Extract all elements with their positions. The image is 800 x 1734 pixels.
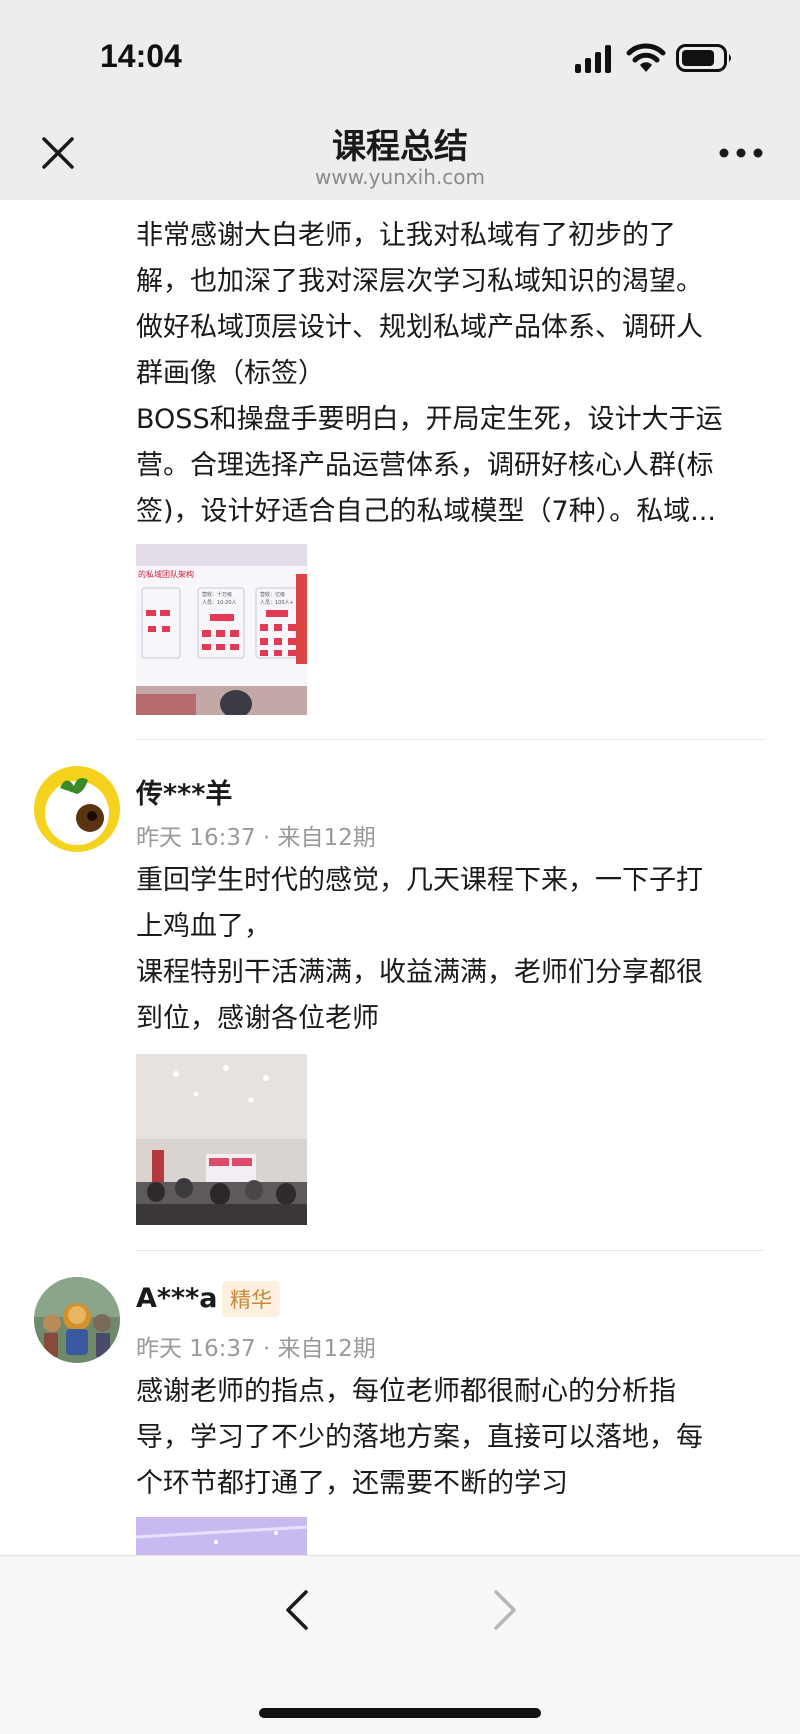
comment-source: 来自12期 bbox=[277, 825, 376, 851]
page-url: www.yunxih.com bbox=[315, 165, 485, 189]
slide-label: 营收：十万级 bbox=[202, 591, 232, 598]
meta-separator: · bbox=[262, 825, 271, 851]
status-time: 14:04 bbox=[100, 38, 182, 74]
comment-source: 来自12期 bbox=[277, 1336, 376, 1362]
comment-time: 昨天 16:37 bbox=[136, 1336, 256, 1362]
comment-line: 到位，感谢各位老师 bbox=[136, 1003, 379, 1034]
forward-icon[interactable] bbox=[486, 1588, 522, 1632]
comment-list: 非常感谢大白老师，让我对私域有了初步的了 解，也加深了我对深层次学习私域知识的渴… bbox=[0, 200, 800, 1555]
signal-icon bbox=[575, 45, 611, 73]
status-bar: 14:04 bbox=[0, 0, 800, 105]
comment-line: 课程特别干活满满，收益满满，老师们分享都很 bbox=[136, 957, 703, 988]
comment-line: 非常感谢大白老师，让我对私域有了初步的了 bbox=[136, 220, 676, 251]
nav-bar: 课程总结 www.yunxih.com bbox=[0, 105, 800, 200]
battery-icon bbox=[676, 44, 731, 72]
comment-line: BOSS和操盘手要明白，开局定生死，设计大于运 bbox=[136, 404, 723, 435]
username[interactable]: A***a bbox=[136, 1283, 217, 1314]
bottom-toolbar bbox=[0, 1555, 800, 1734]
comment-line: 营。合理选择产品运营体系，调研好核心人群(标 bbox=[136, 450, 714, 481]
comment-line: 重回学生时代的感觉，几天课程下来，一下子打 bbox=[136, 865, 703, 896]
comment-text: 重回学生时代的感觉，几天课程下来，一下子打 上鸡血了， 课程特别干活满满，收益满… bbox=[136, 858, 776, 1042]
slide-title: 的私域团队架构 bbox=[138, 569, 194, 579]
back-icon[interactable] bbox=[280, 1588, 316, 1632]
comment-line: 个环节都打通了，还需要不断的学习 bbox=[136, 1468, 568, 1499]
wifi-icon bbox=[626, 43, 666, 72]
comment-image-slide[interactable]: 的私域团队架构 营收：十万级 人员：10-20人 营收：亿级 人员：100人+ bbox=[136, 544, 307, 715]
comment-line: 群画像（标签） bbox=[136, 358, 325, 389]
comment-line: 上鸡血了， bbox=[136, 911, 271, 942]
avatar[interactable] bbox=[34, 1277, 120, 1363]
home-indicator bbox=[259, 1708, 541, 1718]
slide-label: 营收：亿级 bbox=[260, 591, 285, 598]
comment-text: 感谢老师的指点，每位老师都很耐心的分析指 导，学习了不少的落地方案，直接可以落地… bbox=[136, 1369, 776, 1507]
comment-text: 非常感谢大白老师，让我对私域有了初步的了 解，也加深了我对深层次学习私域知识的渴… bbox=[136, 213, 776, 535]
divider bbox=[136, 1250, 764, 1251]
comment-line: 签)，设计好适合自己的私域模型（7种）。私域... bbox=[136, 496, 716, 527]
comment-meta: 昨天 16:37 · 来自12期 bbox=[136, 818, 376, 852]
comment-image-classroom[interactable] bbox=[136, 1054, 307, 1225]
comment-time: 昨天 16:37 bbox=[136, 825, 256, 851]
comment-image-ceiling[interactable] bbox=[136, 1517, 307, 1555]
comment-line: 导，学习了不少的落地方案，直接可以落地，每 bbox=[136, 1422, 703, 1453]
slide-label: 人员：100人+ bbox=[260, 600, 294, 606]
featured-badge: 精华 bbox=[222, 1281, 280, 1317]
comment-meta: 昨天 16:37 · 来自12期 bbox=[136, 1329, 376, 1363]
comment-line: 感谢老师的指点，每位老师都很耐心的分析指 bbox=[136, 1376, 676, 1407]
meta-separator: · bbox=[262, 1336, 271, 1362]
more-icon[interactable] bbox=[718, 145, 764, 161]
avatar[interactable] bbox=[34, 766, 120, 852]
slide-label: 人员：10-20人 bbox=[202, 600, 237, 606]
divider bbox=[136, 739, 764, 740]
page-title: 课程总结 bbox=[332, 127, 468, 167]
comment-line: 解，也加深了我对深层次学习私域知识的渴望。 bbox=[136, 266, 703, 297]
username[interactable]: 传***羊 bbox=[136, 772, 232, 811]
comment-line: 做好私域顶层设计、规划私域产品体系、调研人 bbox=[136, 312, 703, 343]
